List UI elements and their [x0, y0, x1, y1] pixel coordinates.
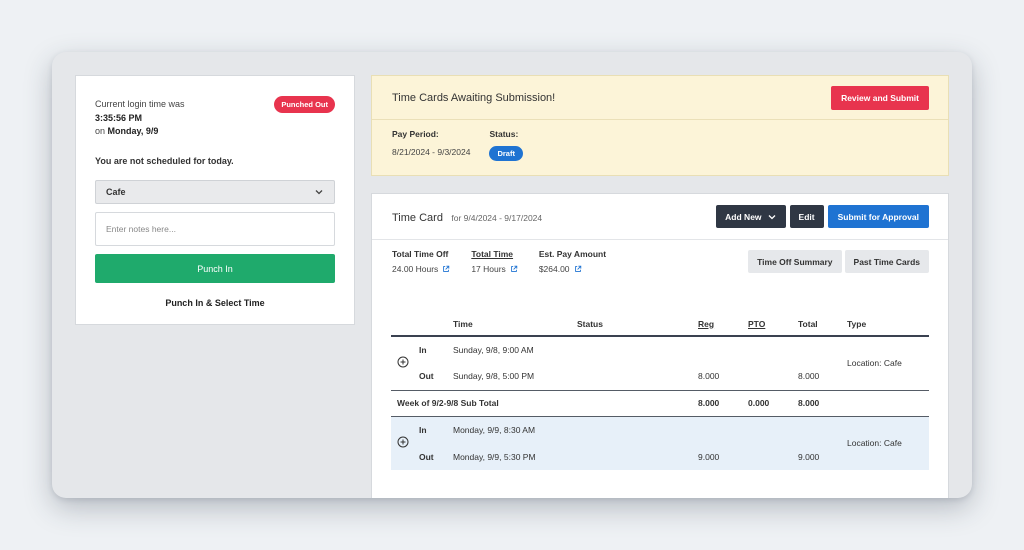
total-cell: 8.000	[798, 363, 847, 391]
out-time: Monday, 9/9, 5:30 PM	[453, 443, 577, 470]
total-cell: 9.000	[798, 443, 847, 470]
col-expand	[391, 312, 419, 337]
review-submit-button[interactable]: Review and Submit	[831, 85, 929, 110]
in-time: Monday, 9/9, 8:30 AM	[453, 416, 577, 443]
type-cell: Location: Cafe	[847, 416, 929, 470]
col-time: Time	[453, 312, 577, 337]
time-off-summary-button[interactable]: Time Off Summary	[748, 250, 842, 273]
punch-in-select-time-link[interactable]: Punch In & Select Time	[95, 298, 335, 308]
out-time: Sunday, 9/8, 5:00 PM	[453, 363, 577, 391]
in-label: In	[419, 416, 453, 443]
awaiting-title: Time Cards Awaiting Submission!	[392, 91, 556, 104]
awaiting-details: Pay Period: 8/21/2024 - 9/3/2024 Status:…	[372, 120, 948, 161]
schedule-note: You are not scheduled for today.	[95, 156, 234, 166]
time-card-range: for 9/4/2024 - 9/17/2024	[451, 212, 543, 223]
subtotal-row: Week of 9/2-9/8 Sub Total 8.000 0.000 8.…	[391, 390, 929, 417]
total-time-amount: 17 Hours	[471, 264, 506, 274]
table-row: In Monday, 9/9, 8:30 AM Location: Cafe	[391, 416, 929, 470]
col-reg[interactable]: Reg	[698, 312, 748, 337]
status: Status: Draft	[489, 129, 523, 161]
est-pay-amount: Est. Pay Amount $264.00	[539, 249, 606, 274]
add-new-label: Add New	[725, 211, 762, 222]
time-entries-table: Time Status Reg PTO Total Type In Sunday…	[391, 312, 929, 470]
total-time-off-value[interactable]: 24.00 Hours	[392, 264, 450, 274]
total-time-label: Total Time	[471, 249, 514, 259]
punch-in-button[interactable]: Punch In	[95, 254, 335, 283]
add-new-button[interactable]: Add New	[716, 205, 786, 228]
pay-period: Pay Period: 8/21/2024 - 9/3/2024	[392, 129, 470, 161]
login-day-prefix: on	[95, 126, 106, 136]
col-type: Type	[847, 312, 929, 337]
total-time-off-label: Total Time Off	[392, 249, 449, 259]
pay-period-value: 8/21/2024 - 9/3/2024	[392, 147, 471, 157]
col-pto[interactable]: PTO	[748, 312, 798, 337]
edit-button[interactable]: Edit	[789, 205, 824, 228]
login-day: on Monday, 9/9	[95, 125, 335, 138]
subtotal-total: 8.000	[798, 390, 847, 417]
time-card-header: Time Card for 9/4/2024 - 9/17/2024 Add N…	[372, 194, 948, 240]
external-link-icon[interactable]	[510, 265, 518, 273]
notes-input[interactable]	[95, 212, 335, 246]
status-cell	[577, 416, 698, 443]
col-io	[419, 312, 453, 337]
col-status: Status	[577, 312, 698, 337]
time-card-actions: Add New Edit Submit for Approval	[716, 205, 929, 228]
est-pay-value[interactable]: $264.00	[539, 264, 606, 274]
reg-cell: 8.000	[698, 363, 748, 391]
est-pay-amount-value: $264.00	[538, 264, 570, 274]
app-window: Current login time was 3:35:56 PM on Mon…	[52, 52, 972, 498]
awaiting-submission-banner: Time Cards Awaiting Submission! Review a…	[371, 75, 949, 176]
subtotal-reg: 8.000	[698, 390, 748, 417]
plus-circle-icon[interactable]	[397, 356, 409, 368]
table-row: In Sunday, 9/8, 9:00 AM Location: Cafe	[391, 336, 929, 391]
submit-approval-button[interactable]: Submit for Approval	[827, 205, 929, 228]
time-card-title: Time Card	[392, 211, 443, 224]
time-card-panel: Time Card for 9/4/2024 - 9/17/2024 Add N…	[371, 193, 949, 498]
est-pay-label: Est. Pay Amount	[538, 249, 607, 259]
expand-cell	[391, 416, 419, 470]
type-cell: Location: Cafe	[847, 336, 929, 391]
subtotal-label: Week of 9/2-9/8 Sub Total	[391, 390, 698, 417]
plus-circle-icon[interactable]	[397, 436, 409, 448]
out-label: Out	[419, 363, 453, 391]
col-total: Total	[798, 312, 847, 337]
external-link-icon[interactable]	[574, 265, 582, 273]
chevron-down-icon	[315, 190, 323, 195]
in-time: Sunday, 9/8, 9:00 AM	[453, 345, 534, 355]
login-day-value: Monday, 9/9	[107, 126, 159, 136]
total-time-off-amount: 24.00 Hours	[392, 264, 439, 274]
out-label: Out	[419, 443, 453, 470]
pay-period-label: Pay Period:	[392, 129, 439, 139]
reg-cell: 9.000	[698, 443, 748, 470]
draft-badge: Draft	[489, 146, 523, 161]
table-header: Time Status Reg PTO Total Type	[391, 312, 929, 337]
total-time-off: Total Time Off 24.00 Hours	[392, 249, 450, 274]
expand-cell	[391, 336, 419, 391]
external-link-icon[interactable]	[442, 265, 450, 273]
status-label: Status:	[489, 129, 519, 139]
subtotal-pto: 0.000	[748, 390, 798, 417]
login-time: 3:35:56 PM	[95, 113, 143, 123]
total-time-value[interactable]: 17 Hours	[471, 264, 518, 274]
punched-out-badge: Punched Out	[274, 96, 335, 113]
summary-items: Total Time Off 24.00 Hours Total Time 17…	[392, 249, 606, 274]
in-label: In	[419, 345, 427, 355]
total-time: Total Time 17 Hours	[471, 249, 518, 274]
time-summary: Total Time Off 24.00 Hours Total Time 17…	[372, 240, 948, 274]
awaiting-header: Time Cards Awaiting Submission! Review a…	[372, 76, 948, 120]
status-cell	[577, 336, 698, 363]
punch-card: Current login time was 3:35:56 PM on Mon…	[75, 75, 355, 325]
summary-buttons: Time Off Summary Past Time Cards	[748, 250, 929, 274]
past-time-cards-button[interactable]: Past Time Cards	[844, 250, 929, 273]
chevron-down-icon	[768, 214, 776, 219]
location-select-value: Cafe	[106, 187, 126, 197]
location-select[interactable]: Cafe	[95, 180, 335, 204]
